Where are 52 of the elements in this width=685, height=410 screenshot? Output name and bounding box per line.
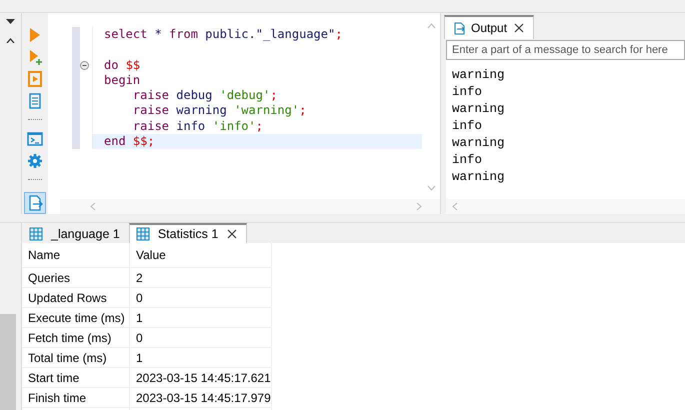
scroll-up-icon[interactable] <box>426 23 436 29</box>
table-cell: Start time <box>22 368 130 388</box>
export-icon <box>453 22 465 34</box>
settings-icon[interactable] <box>27 152 43 168</box>
scroll-left-icon[interactable] <box>452 202 458 211</box>
scroll-left-icon[interactable] <box>90 202 96 211</box>
table-cell: Fetch time (ms) <box>22 328 130 348</box>
result-tab[interactable]: Statistics 1 <box>128 223 248 243</box>
table-cell: Finish time <box>22 388 130 408</box>
table-cell: 2023-03-15 14:45:17.979 <box>130 388 272 408</box>
code-line: raise warning 'warning'; <box>80 103 422 119</box>
dropdown-icon[interactable] <box>6 19 15 24</box>
output-line: warning <box>452 169 506 186</box>
output-tab[interactable]: Output <box>444 15 534 39</box>
result-tab[interactable]: _language 1 <box>22 223 129 243</box>
output-line: warning <box>452 135 506 152</box>
table-cell: 1 <box>130 348 272 368</box>
grid-icon <box>136 227 150 241</box>
table-cell: Total time (ms) <box>22 348 130 368</box>
grid-icon <box>29 226 43 240</box>
table-cell: 0 <box>130 328 272 348</box>
caret-up-icon[interactable] <box>6 38 15 43</box>
scrollbar-thumb[interactable] <box>0 314 16 410</box>
export-icon[interactable] <box>27 195 43 211</box>
code-line: select * from public."_language"; <box>80 27 422 42</box>
table-cell: 1 <box>130 308 272 328</box>
run-add-icon[interactable] <box>27 49 43 65</box>
output-line: warning <box>452 67 506 84</box>
close-icon[interactable] <box>226 228 238 240</box>
code-line: do $$ <box>80 58 422 73</box>
scroll-right-icon[interactable] <box>416 202 422 211</box>
table-cell: Execute time (ms) <box>22 308 130 328</box>
scroll-down-icon[interactable] <box>426 185 436 191</box>
table-cell: Queries <box>22 268 130 288</box>
collapse-icon[interactable] <box>80 60 89 70</box>
code-line: begin <box>80 72 422 88</box>
table-cell: 2 <box>130 268 272 288</box>
script-run-icon[interactable] <box>27 71 43 87</box>
document-icon[interactable] <box>27 93 43 109</box>
output-line: warning <box>452 101 506 118</box>
table-cell: Updated Rows <box>22 288 130 308</box>
output-line: info <box>452 84 484 101</box>
output-line: info <box>452 118 484 135</box>
output-line: info <box>452 152 484 169</box>
terminal-icon[interactable] <box>27 130 43 146</box>
message-search-field[interactable]: Enter a part of a message to search for here <box>446 40 685 60</box>
table-cell: 2023-03-15 14:45:17.621 <box>130 368 272 388</box>
column-header: Value <box>130 243 272 268</box>
code-line: raise debug 'debug'; <box>80 88 422 104</box>
close-icon[interactable] <box>513 22 526 34</box>
table-cell: 0 <box>130 288 272 308</box>
column-header: Name <box>22 243 130 268</box>
